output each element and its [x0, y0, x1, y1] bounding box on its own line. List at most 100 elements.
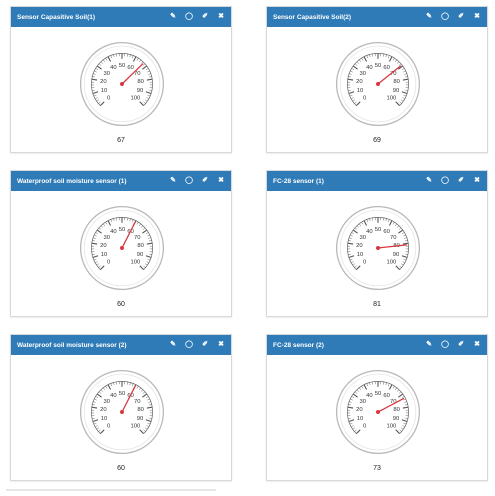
- gauge-tick-label: 50: [119, 63, 126, 69]
- gauge-needle-hub: [120, 410, 124, 414]
- gauge-tick-label: 70: [134, 235, 141, 241]
- gauge-value: 67: [117, 137, 125, 144]
- gauge-tick-label: 50: [375, 227, 382, 233]
- gauge-tick-label: 100: [386, 259, 397, 265]
- widget-title: FC-28 sensor (1): [273, 177, 324, 185]
- edit-icon[interactable]: ✎: [425, 341, 433, 349]
- edit-icon[interactable]: ✎: [425, 177, 433, 185]
- gauge-tick-label: 20: [100, 407, 107, 413]
- gauge-tick-label: 20: [100, 243, 107, 249]
- gauge: 0102030405060708090100: [79, 369, 165, 455]
- gauge-value: 60: [117, 301, 125, 308]
- gauge-needle-hub: [120, 246, 124, 250]
- widget-sensor-capasitive-soil-2: Sensor Capasitive Soil(2) ✎ ◯ ✐ ✖ 0 10 20 3…: [266, 6, 488, 153]
- gauge-tick-label: 10: [101, 416, 108, 422]
- gauge-tick-label: 10: [357, 252, 364, 258]
- pencil-icon[interactable]: ✐: [457, 13, 465, 21]
- gauge-tick-label: 10: [357, 88, 364, 94]
- gauge-value: 69: [373, 137, 381, 144]
- gauge-needle-hub: [120, 82, 124, 86]
- gauge-tick-label: 90: [393, 88, 400, 94]
- widget-title: Waterproof soil moisture sensor (2): [17, 341, 127, 349]
- comment-icon[interactable]: ◯: [441, 13, 449, 21]
- gauge-tick-label: 10: [101, 252, 108, 258]
- gauge-tick-label: 80: [137, 243, 144, 249]
- gauge-tick-label: 70: [390, 235, 397, 241]
- pencil-icon[interactable]: ✐: [457, 341, 465, 349]
- comment-icon[interactable]: ◯: [185, 341, 193, 349]
- pencil-icon[interactable]: ✐: [201, 13, 209, 21]
- close-icon[interactable]: ✖: [217, 13, 225, 21]
- gauge-tick-label: 20: [356, 407, 363, 413]
- gauge-tick-label: 40: [110, 229, 117, 235]
- gauge-tick-label: 90: [137, 252, 144, 258]
- widget-header: Waterproof soil moisture sensor (2) ✎ ◯ …: [11, 335, 231, 355]
- comment-icon[interactable]: ◯: [441, 177, 449, 185]
- comment-icon[interactable]: ◯: [185, 13, 193, 21]
- gauge-tick-label: 100: [386, 423, 397, 429]
- gauge-tick-label: 20: [356, 79, 363, 85]
- edit-icon[interactable]: ✎: [169, 13, 177, 21]
- close-icon[interactable]: ✖: [217, 341, 225, 349]
- gauge-tick-label: 10: [357, 416, 364, 422]
- gauge-needle-hub: [376, 82, 380, 86]
- pencil-icon[interactable]: ✐: [457, 177, 465, 185]
- edit-icon[interactable]: ✎: [169, 177, 177, 185]
- gauge-tick-label: 10: [101, 88, 108, 94]
- gauge-tick-label: 30: [359, 235, 366, 241]
- gauge-tick-label: 100: [130, 423, 141, 429]
- close-icon[interactable]: ✖: [473, 341, 481, 349]
- widget-waterproof-soil-moisture-2: Waterproof soil moisture sensor (2) ✎ ◯ …: [10, 334, 232, 481]
- gauge: 0102030405060708090100: [79, 205, 165, 291]
- gauge: 0102030405060708090100: [335, 369, 421, 455]
- widget-waterproof-soil-moisture-1: Waterproof soil moisture sensor (1) ✎ ◯ …: [10, 170, 232, 317]
- close-icon[interactable]: ✖: [473, 177, 481, 185]
- gauge-value: 81: [373, 301, 381, 308]
- gauge: 0102030405060708090100: [335, 41, 421, 127]
- gauge-value: 73: [373, 465, 381, 472]
- gauge-needle-hub: [376, 410, 380, 414]
- gauge-tick-label: 90: [137, 416, 144, 422]
- pencil-icon[interactable]: ✐: [201, 341, 209, 349]
- gauge-tick-label: 50: [119, 227, 126, 233]
- widget-fc28-sensor-2: FC-28 sensor (2) ✎ ◯ ✐ ✖ 0 10 20 30 40 50 60 70…: [266, 334, 488, 481]
- gauge: 0102030405060708090100: [79, 41, 165, 127]
- gauge-tick-label: 90: [393, 416, 400, 422]
- widget-title: FC-28 sensor (2): [273, 341, 324, 349]
- gauge-tick-label: 50: [119, 391, 126, 397]
- comment-icon[interactable]: ◯: [185, 177, 193, 185]
- widget-header: Waterproof soil moisture sensor (1) ✎ ◯ …: [11, 171, 231, 191]
- gauge-tick-label: 20: [100, 79, 107, 85]
- footer-divider: [6, 489, 216, 491]
- edit-icon[interactable]: ✎: [425, 13, 433, 21]
- gauge-tick-label: 30: [359, 399, 366, 405]
- gauge-tick-label: 50: [375, 391, 382, 397]
- gauge-tick-label: 20: [356, 243, 363, 249]
- widget-title: Waterproof soil moisture sensor (1): [17, 177, 127, 185]
- close-icon[interactable]: ✖: [473, 13, 481, 21]
- gauge-tick-label: 80: [137, 407, 144, 413]
- gauge-tick-label: 40: [110, 393, 117, 399]
- gauge: 0102030405060708090100: [335, 205, 421, 291]
- gauge-tick-label: 70: [134, 399, 141, 405]
- gauge-tick-label: 30: [359, 71, 366, 77]
- widget-header: FC-28 sensor (2) ✎ ◯ ✐ ✖: [267, 335, 487, 355]
- close-icon[interactable]: ✖: [217, 177, 225, 185]
- gauge-tick-label: 100: [130, 259, 141, 265]
- widget-header: Sensor Capasitive Soil(2) ✎ ◯ ✐ ✖: [267, 7, 487, 27]
- comment-icon[interactable]: ◯: [441, 341, 449, 349]
- widget-title: Sensor Capasitive Soil(1): [17, 13, 96, 21]
- gauge-needle-hub: [376, 246, 380, 250]
- gauge-tick-label: 40: [366, 393, 373, 399]
- gauge-tick-label: 30: [103, 235, 110, 241]
- widget-header: Sensor Capasitive Soil(1) ✎ ◯ ✐ ✖: [11, 7, 231, 27]
- gauge-tick-label: 40: [110, 65, 117, 71]
- gauge-tick-label: 80: [393, 79, 400, 85]
- gauge-tick-label: 40: [366, 65, 373, 71]
- pencil-icon[interactable]: ✐: [201, 177, 209, 185]
- edit-icon[interactable]: ✎: [169, 341, 177, 349]
- gauge-tick-label: 30: [103, 399, 110, 405]
- gauge-value: 60: [117, 465, 125, 472]
- widget-header: FC-28 sensor (1) ✎ ◯ ✐ ✖: [267, 171, 487, 191]
- gauge-tick-label: 50: [375, 63, 382, 69]
